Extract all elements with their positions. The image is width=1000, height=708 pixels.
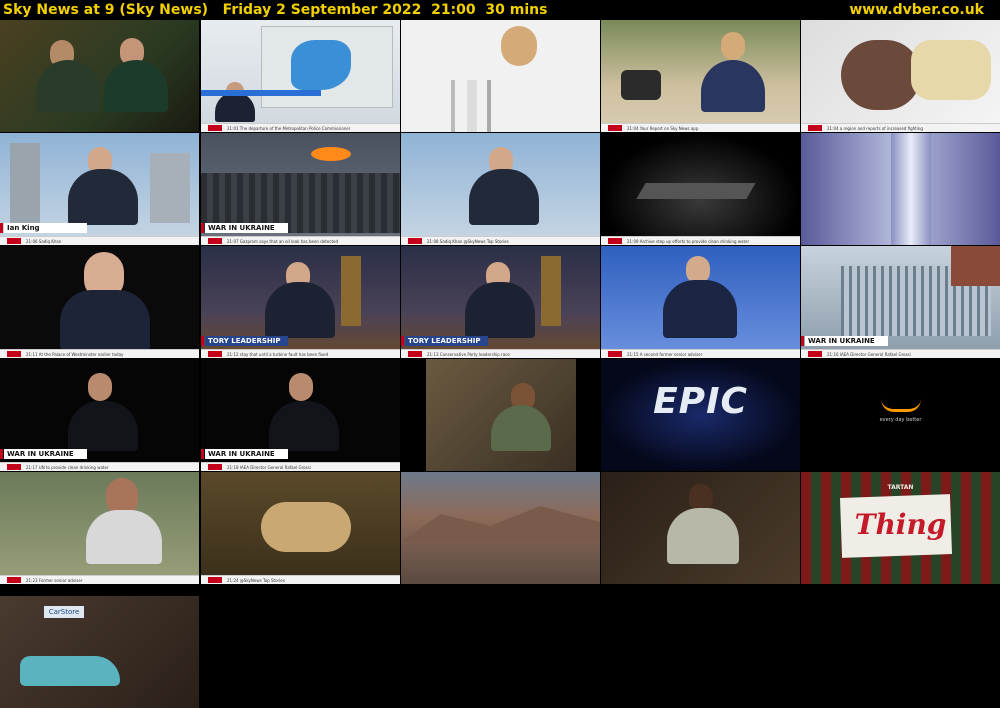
lower-third: WAR IN UKRAINE (201, 449, 288, 459)
thumbnail[interactable]: 21:01 The departure of the Metropolitan … (201, 20, 400, 132)
thumbnail[interactable]: WAR IN UKRAINE 21:18 IAEA Director Gener… (201, 359, 400, 471)
news-ticker: 21:04 Your Report on Sky News app (601, 123, 800, 132)
news-ticker: 21:17 UN to provide clean drinking water (0, 462, 199, 471)
programme-title: Sky News at 9 (Sky News) Friday 2 Septem… (3, 2, 548, 18)
news-ticker: 21:11 At the Palace of Westminster earli… (0, 349, 199, 358)
thumbnail[interactable] (401, 359, 600, 471)
news-ticker: 21:18 IAEA Director General Rafael Gross… (201, 462, 400, 471)
news-ticker: 21:08 Sadiq Khan @SkyNews Top Stories (401, 236, 600, 245)
thumbnail[interactable]: 21:09 Archive step up efforts to provide… (601, 133, 800, 245)
site-link[interactable]: www.dvber.co.uk (849, 2, 1000, 18)
amazon-tagline: every day better (879, 417, 922, 423)
news-ticker: 21:01 The departure of the Metropolitan … (201, 123, 400, 132)
news-ticker: 21:23 Former senior adviser (0, 575, 199, 584)
thumbnail[interactable]: Ian King 21:06 Sadiq Khan (0, 133, 199, 245)
thumbnail[interactable] (0, 20, 199, 132)
thumbnail[interactable] (601, 472, 800, 584)
thumbnail[interactable] (401, 20, 600, 132)
news-ticker: 21:04 a region and reports of increased … (801, 123, 1000, 132)
thumbnail[interactable]: TORY LEADERSHIP 21:13 Conservative Party… (401, 246, 600, 358)
news-ticker: 21:07 Gazprom says that an oil leak has … (201, 236, 400, 245)
thumbnail[interactable]: EPIC (601, 359, 800, 471)
lower-third: WAR IN UKRAINE (201, 223, 288, 233)
news-ticker: 21:06 Sadiq Khan (0, 236, 199, 245)
thumbnail[interactable]: WAR IN UKRAINE 21:16 IAEA Director Gener… (801, 246, 1000, 358)
thumbnail[interactable]: CarStore (0, 596, 199, 708)
thumbnail[interactable]: 21:24 @SkyNews Top Stories (201, 472, 400, 584)
thumbnail[interactable]: WAR IN UKRAINE 21:07 Gazprom says that a… (201, 133, 400, 245)
header-bar: Sky News at 9 (Sky News) Friday 2 Septem… (0, 0, 1000, 20)
thumbnail[interactable]: 21:11 At the Palace of Westminster earli… (0, 246, 199, 358)
news-ticker: 21:15 A second former senior adviser (601, 349, 800, 358)
news-ticker: 21:24 @SkyNews Top Stories (201, 575, 400, 584)
carstore-logo: CarStore (44, 606, 84, 618)
thumbnail[interactable]: every day better (801, 359, 1000, 471)
tartan-label: TARTAN (887, 484, 914, 491)
thumbnail[interactable]: 21:04 Your Report on Sky News app (601, 20, 800, 132)
thumbnail[interactable]: TARTAN Thing (801, 472, 1000, 584)
lower-third: TORY LEADERSHIP (401, 336, 488, 346)
lower-third: Ian King (0, 223, 87, 233)
epic-logo: EPIC (653, 381, 748, 422)
lower-third: WAR IN UKRAINE (0, 449, 87, 459)
news-ticker: 21:16 IAEA Director General Rafael Gross… (801, 349, 1000, 358)
thumbnail[interactable] (401, 472, 600, 584)
lower-third: TORY LEADERSHIP (201, 336, 288, 346)
news-ticker: 21:13 Conservative Party leadership race (401, 349, 600, 358)
lower-third: WAR IN UKRAINE (801, 336, 888, 346)
news-ticker: 21:09 Archive step up efforts to provide… (601, 236, 800, 245)
thumbnail[interactable]: 21:15 A second former senior adviser (601, 246, 800, 358)
thumbnail[interactable]: TORY LEADERSHIP 21:12 stay that until a … (201, 246, 400, 358)
thing-logo: Thing (854, 508, 947, 541)
thumbnail[interactable]: 21:04 a region and reports of increased … (801, 20, 1000, 132)
thumbnail[interactable]: 21:08 Sadiq Khan @SkyNews Top Stories (401, 133, 600, 245)
thumbnail[interactable] (801, 133, 1000, 245)
thumbnail[interactable]: WAR IN UKRAINE 21:17 UN to provide clean… (0, 359, 199, 471)
news-ticker: 21:12 stay that until a turbine fault ha… (201, 349, 400, 358)
thumbnail[interactable]: 21:23 Former senior adviser (0, 472, 199, 584)
